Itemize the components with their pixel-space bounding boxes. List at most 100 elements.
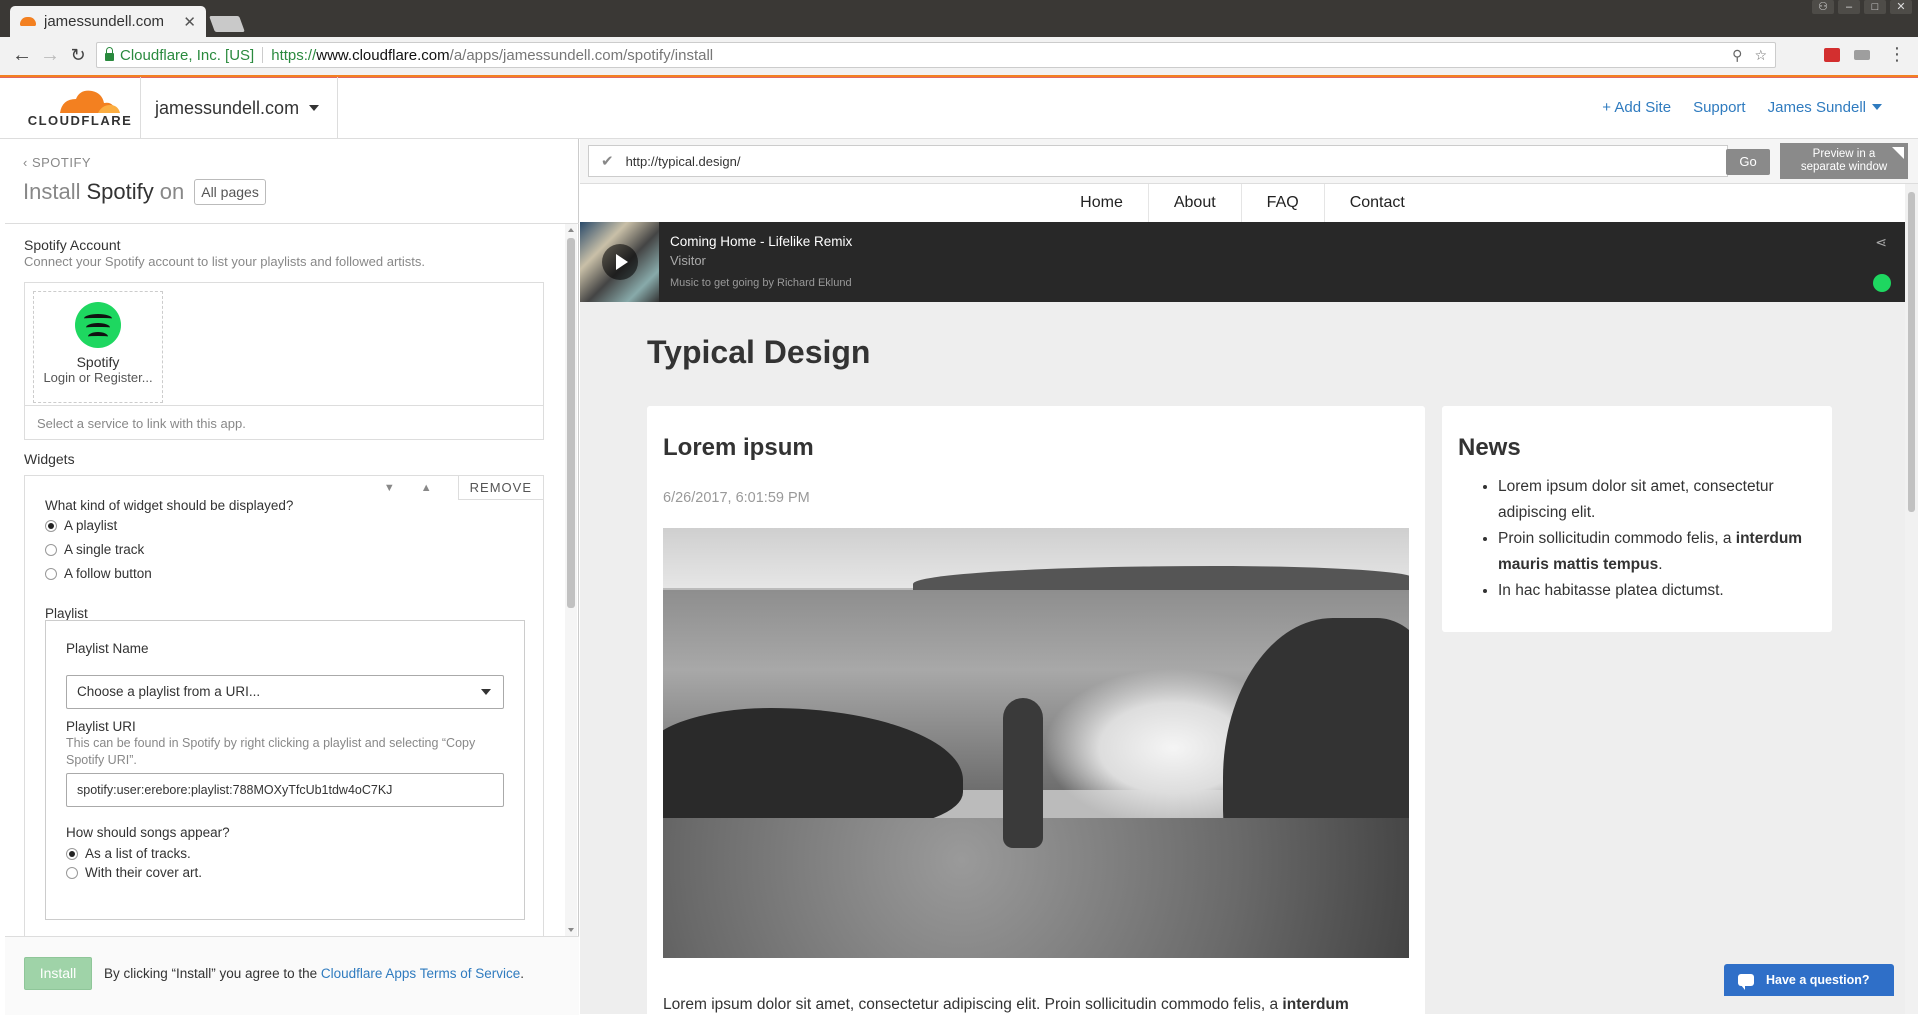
browser-toolbar: ← → ↻ Cloudflare, Inc. [US] https:// www… xyxy=(0,37,1918,76)
move-up-icon[interactable]: ▲ xyxy=(421,482,432,494)
install-form: Spotify Account Connect your Spotify acc… xyxy=(5,224,579,936)
service-name: Spotify xyxy=(76,354,120,370)
new-tab-button[interactable] xyxy=(209,16,245,32)
preview-url-input[interactable]: ✔ http://typical.design/ xyxy=(588,145,1728,177)
install-button[interactable]: Install xyxy=(24,957,92,990)
news-list: Lorem ipsum dolor sit amet, consectetur … xyxy=(1458,474,1828,604)
spotify-login-tile[interactable]: Spotify Login or Register... xyxy=(33,291,163,403)
spotify-logo-icon xyxy=(75,302,121,348)
track-title: Coming Home - Lifelike Remix xyxy=(670,234,853,249)
scroll-down-icon[interactable] xyxy=(568,928,574,932)
forward-icon[interactable]: → xyxy=(38,43,62,67)
scroll-up-icon[interactable] xyxy=(568,228,574,232)
secure-label: Cloudflare, Inc. [US] xyxy=(120,46,255,64)
songs-question: How should songs appear? xyxy=(66,825,230,840)
remove-button[interactable]: REMOVE xyxy=(457,476,543,500)
form-scrollbar[interactable] xyxy=(565,224,577,936)
radio-list-of-tracks[interactable]: As a list of tracks. xyxy=(66,846,191,861)
radio-cover-art[interactable]: With their cover art. xyxy=(66,865,202,880)
cast-icon[interactable] xyxy=(1854,50,1870,60)
back-icon[interactable]: ← xyxy=(10,43,34,67)
chevron-down-icon xyxy=(1872,104,1882,110)
close-tab-icon[interactable]: ✕ xyxy=(183,13,196,31)
cloudflare-logo[interactable]: CLOUDFLARE xyxy=(20,87,140,133)
user-name: James Sundell xyxy=(1767,99,1866,116)
radio-playlist[interactable]: A playlist xyxy=(45,518,117,533)
playlist-uri-help: This can be found in Spotify by right cl… xyxy=(66,736,476,767)
header-links: + Add Site Support James Sundell xyxy=(1602,99,1882,116)
separate-window-line1: Preview in a xyxy=(1812,148,1876,160)
separate-window-line2: separate window xyxy=(1800,161,1888,173)
paint-icon[interactable]: ⚲ xyxy=(1732,47,1742,64)
radio-icon[interactable] xyxy=(45,567,57,580)
post-body-text: Lorem ipsum dolor sit amet, consectetur … xyxy=(663,996,1283,1013)
radio-icon[interactable] xyxy=(66,866,78,879)
album-cover xyxy=(580,222,659,302)
title-app-name: Spotify xyxy=(86,179,154,204)
add-site-link[interactable]: + Add Site xyxy=(1602,99,1671,116)
chat-widget[interactable]: Have a question? xyxy=(1724,964,1894,996)
minimize-icon[interactable]: – xyxy=(1838,0,1860,14)
pages-selector[interactable]: All pages xyxy=(194,179,266,205)
news-item: In hac habitasse platea dictumst. xyxy=(1498,578,1828,604)
scrollbar-thumb[interactable] xyxy=(567,238,575,608)
radio-icon[interactable] xyxy=(45,543,57,556)
profile-icon[interactable]: ⚇ xyxy=(1812,0,1834,14)
page-title: Install Spotify on All pages xyxy=(23,179,266,205)
site-nav: Home About FAQ Contact xyxy=(580,184,1905,222)
nav-contact[interactable]: Contact xyxy=(1325,184,1430,222)
cloudflare-header: CLOUDFLARE jamessundell.com + Add Site S… xyxy=(0,75,1918,139)
maximize-icon[interactable]: □ xyxy=(1864,0,1886,14)
site-selector[interactable]: jamessundell.com xyxy=(140,77,338,139)
radio-icon[interactable] xyxy=(66,847,78,860)
service-select-hint: Select a service to link with this app. xyxy=(25,405,543,439)
close-window-icon[interactable]: ✕ xyxy=(1890,0,1912,14)
terms-text: By clicking “Install” you agree to the C… xyxy=(104,966,524,981)
bookmark-star-icon[interactable]: ☆ xyxy=(1754,47,1767,64)
radio-label: A follow button xyxy=(64,566,152,581)
nav-home[interactable]: Home xyxy=(1055,184,1149,222)
radio-follow-button[interactable]: A follow button xyxy=(45,566,152,581)
account-label: Spotify Account xyxy=(24,237,121,253)
support-link[interactable]: Support xyxy=(1693,99,1746,116)
service-action: Login or Register... xyxy=(43,370,153,385)
play-icon[interactable] xyxy=(602,244,638,280)
move-down-icon[interactable]: ▼ xyxy=(384,482,395,494)
playlist-meta: Music to get going by Richard Eklund xyxy=(670,277,852,289)
widgets-label: Widgets xyxy=(24,451,75,467)
spotify-logo-icon[interactable] xyxy=(1873,274,1891,292)
chevron-down-icon xyxy=(309,105,320,111)
reload-icon[interactable]: ↻ xyxy=(66,43,90,67)
playlist-name-label: Playlist Name xyxy=(66,641,149,656)
radio-icon[interactable] xyxy=(45,519,57,532)
news-card: News Lorem ipsum dolor sit amet, consect… xyxy=(1442,406,1832,632)
breadcrumb-label: SPOTIFY xyxy=(31,155,92,170)
address-bar[interactable]: Cloudflare, Inc. [US] https:// www.cloud… xyxy=(96,42,1776,68)
playlist-uri-input[interactable] xyxy=(66,773,504,807)
radio-single-track[interactable]: A single track xyxy=(45,542,144,557)
post-date: 6/26/2017, 6:01:59 PM xyxy=(663,490,810,506)
browser-tab[interactable]: jamessundell.com ✕ xyxy=(10,6,206,37)
scrollbar-thumb[interactable] xyxy=(1908,192,1915,512)
playlist-uri-label: Playlist URI xyxy=(66,719,136,734)
user-menu[interactable]: James Sundell xyxy=(1768,99,1882,116)
radio-label: As a list of tracks. xyxy=(85,846,191,861)
spotify-player: Coming Home - Lifelike Remix Visitor Mus… xyxy=(580,222,1905,302)
breadcrumb[interactable]: ‹ SPOTIFY xyxy=(23,155,91,170)
site-name: jamessundell.com xyxy=(155,97,300,118)
extension-icon[interactable] xyxy=(1824,48,1840,62)
preview-scrollbar[interactable] xyxy=(1905,184,1918,1014)
post-body-bold: interdum xyxy=(1282,996,1349,1013)
install-header: ‹ SPOTIFY Install Spotify on All pages xyxy=(5,139,579,224)
title-prefix: Install xyxy=(23,179,81,204)
nav-about[interactable]: About xyxy=(1149,184,1242,222)
browser-menu-icon[interactable]: ⋮ xyxy=(1888,44,1906,65)
separate-window-button[interactable]: Preview in a separate window xyxy=(1780,143,1908,179)
playlist-select[interactable]: Choose a playlist from a URI... xyxy=(66,675,504,709)
external-window-icon xyxy=(1892,147,1904,159)
share-icon[interactable]: ⋖ xyxy=(1875,234,1887,251)
go-button[interactable]: Go xyxy=(1726,149,1770,175)
terms-link[interactable]: Cloudflare Apps Terms of Service xyxy=(321,966,520,981)
nav-faq[interactable]: FAQ xyxy=(1242,184,1325,222)
install-panel: ‹ SPOTIFY Install Spotify on All pages S… xyxy=(5,139,579,1015)
